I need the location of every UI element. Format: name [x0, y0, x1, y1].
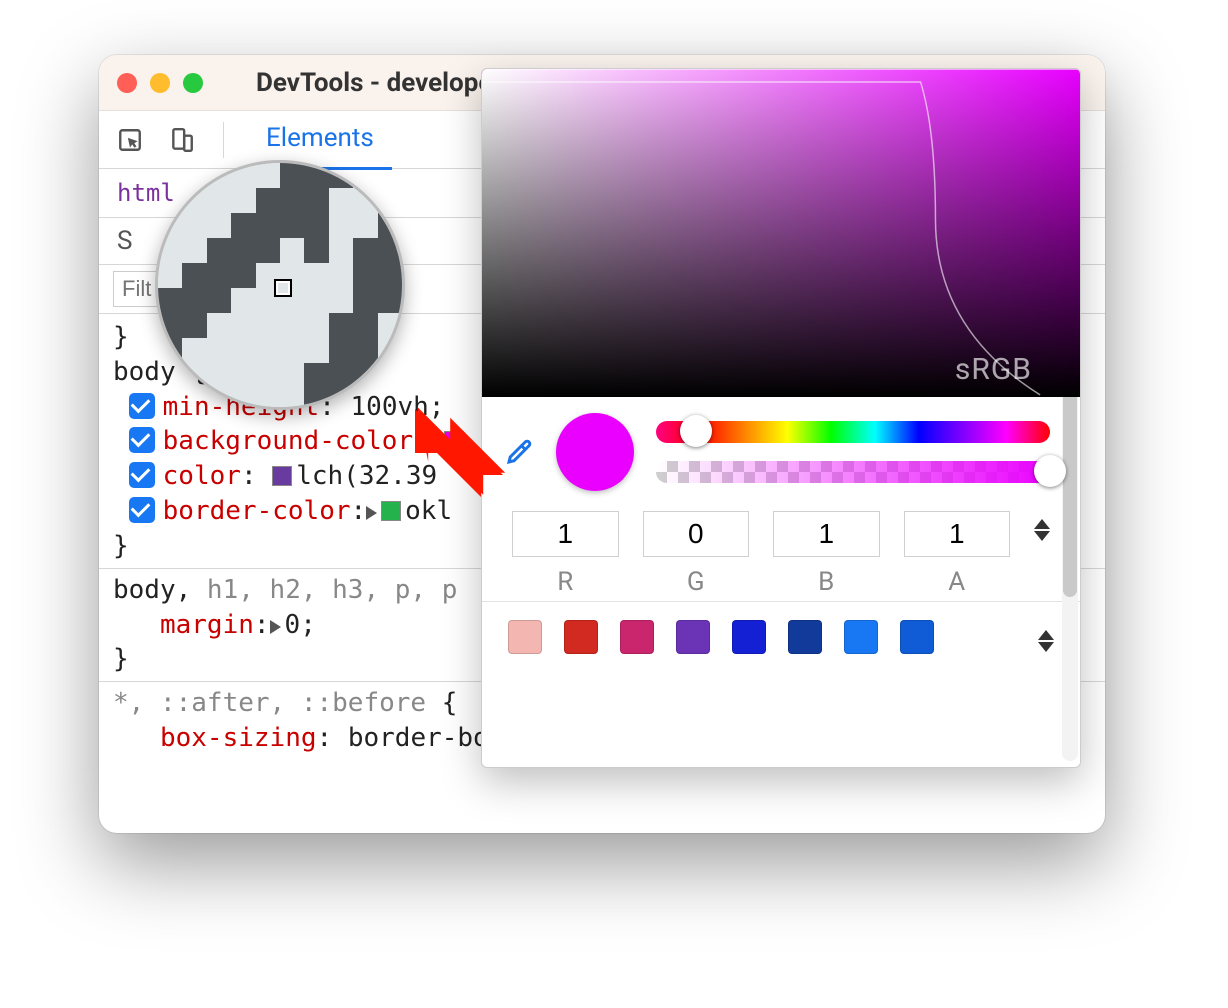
picker-mid-row	[482, 397, 1080, 503]
channel-values: R G B A	[482, 503, 1080, 601]
traffic-zoom-icon[interactable]	[183, 73, 203, 93]
chevron-up-icon[interactable]	[1038, 630, 1054, 640]
decl-value[interactable]: 0	[285, 610, 301, 640]
decl-prop[interactable]: margin	[160, 610, 254, 640]
channel-a-input[interactable]	[904, 511, 1011, 557]
loupe-cursor	[276, 281, 290, 295]
channel-a-label: A	[904, 567, 1011, 597]
expand-icon[interactable]	[366, 506, 377, 520]
palette-swatch[interactable]	[620, 620, 654, 654]
alpha-slider[interactable]	[656, 461, 1050, 483]
palette-swatch[interactable]	[844, 620, 878, 654]
traffic-close-icon[interactable]	[117, 73, 137, 93]
channel-r-label: R	[512, 567, 619, 597]
hue-slider-thumb[interactable]	[680, 415, 712, 447]
alpha-slider-thumb[interactable]	[1034, 455, 1066, 487]
palette-swatch[interactable]	[564, 620, 598, 654]
palette-swatch[interactable]	[676, 620, 710, 654]
chevron-down-icon[interactable]	[1034, 531, 1050, 541]
channel-b-input[interactable]	[773, 511, 880, 557]
channel-r-input[interactable]	[512, 511, 619, 557]
decl-checkbox[interactable]	[129, 497, 155, 523]
hue-slider[interactable]	[656, 421, 1050, 443]
decl-prop[interactable]: box-sizing	[160, 723, 317, 753]
gamut-label: sRGB	[955, 352, 1032, 387]
format-switcher[interactable]	[1034, 519, 1050, 541]
stage: DevTools - developer.chrome.com/tags/dev…	[0, 0, 1228, 1008]
subtab-a[interactable]: S	[117, 226, 132, 256]
color-spectrum[interactable]: sRGB	[482, 69, 1080, 397]
decl-prop[interactable]: background-color	[163, 426, 413, 456]
annotation-arrow-icon	[404, 398, 514, 508]
color-swatch-icon[interactable]	[381, 501, 401, 521]
color-swatch-icon[interactable]	[272, 466, 292, 486]
palette-swatch[interactable]	[788, 620, 822, 654]
palette-switcher[interactable]	[1038, 630, 1054, 652]
color-picker: sRGB R	[481, 68, 1081, 768]
channel-g-label: G	[643, 567, 750, 597]
palette-swatch[interactable]	[732, 620, 766, 654]
device-toolbar-icon[interactable]	[165, 123, 199, 157]
decl-prop[interactable]: color	[163, 461, 241, 491]
decl-prop[interactable]: border-color	[163, 496, 351, 526]
decl-checkbox[interactable]	[129, 462, 155, 488]
decl-checkbox[interactable]	[129, 427, 155, 453]
gamut-boundary-line	[482, 69, 1080, 397]
palette-swatch[interactable]	[900, 620, 934, 654]
chevron-up-icon[interactable]	[1034, 519, 1050, 529]
toolbar-separator	[223, 122, 224, 158]
rule-selector[interactable]: body, h1, h2, h3, p, p	[113, 575, 457, 605]
decl-checkbox[interactable]	[129, 393, 155, 419]
channel-g-input[interactable]	[643, 511, 750, 557]
palette-row	[482, 601, 1080, 672]
traffic-minimize-icon[interactable]	[150, 73, 170, 93]
palette-swatch[interactable]	[508, 620, 542, 654]
channel-b-label: B	[773, 567, 880, 597]
picker-sliders	[656, 421, 1050, 483]
rule-selector[interactable]: *, ::after, ::before	[113, 688, 426, 718]
inspect-element-icon[interactable]	[113, 123, 147, 157]
eyedropper-loupe[interactable]	[155, 160, 405, 410]
current-color-swatch	[556, 413, 634, 491]
chevron-down-icon[interactable]	[1038, 642, 1054, 652]
expand-icon[interactable]	[270, 620, 281, 634]
